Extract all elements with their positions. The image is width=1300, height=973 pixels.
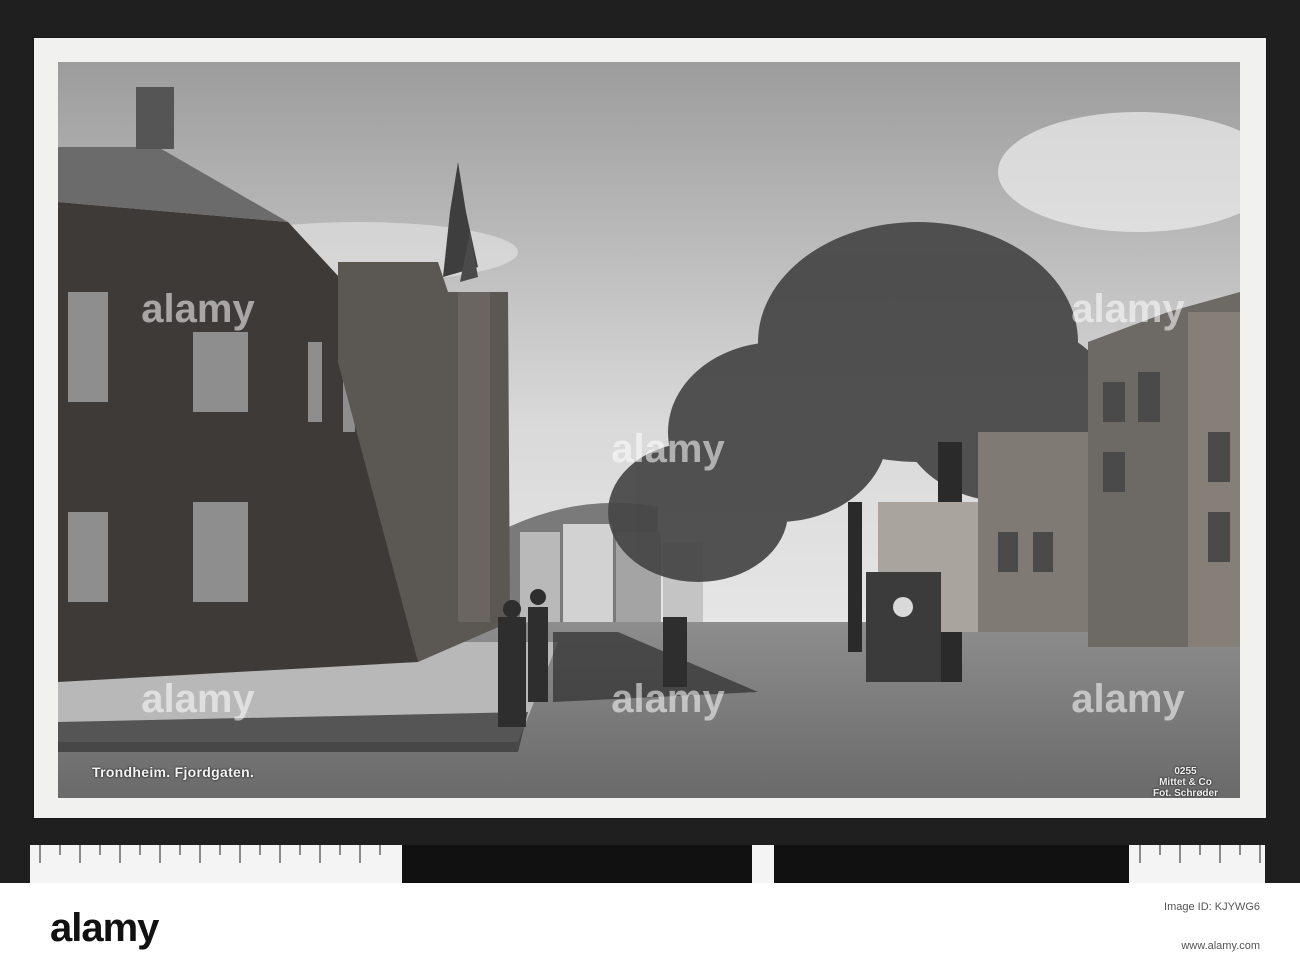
svg-text:alamy: alamy — [1071, 287, 1185, 331]
postcard-caption: Trondheim. Fjordgaten. — [92, 764, 255, 780]
publisher-name: Mittet & Co — [1159, 777, 1212, 788]
svg-text:alamy: alamy — [611, 677, 725, 721]
publisher-credit: 0255 Mittet & Co Fot. Schrøder — [1153, 766, 1218, 799]
scale-ruler — [30, 845, 1265, 883]
chimney — [136, 87, 174, 149]
kiosk — [866, 572, 941, 682]
footer-bar — [0, 883, 1300, 973]
svg-text:alamy: alamy — [141, 677, 255, 721]
photographer: Fot. Schrøder — [1152, 788, 1218, 799]
image-id: Image ID: KJYWG6 — [1164, 896, 1260, 918]
watermark-text: alamy — [611, 427, 725, 471]
svg-text:alamy: alamy — [1071, 677, 1185, 721]
image-id-label: Image ID: KJYWG6 — [1164, 901, 1260, 913]
svg-text:alamy: alamy — [141, 287, 255, 331]
site-url[interactable]: www.alamy.com — [1181, 940, 1260, 952]
card-number: 0255 — [1174, 766, 1197, 777]
alamy-logo: alamy — [50, 906, 159, 950]
street-photo: alamy alamy alamy alamy alamy alamy — [58, 62, 1240, 798]
